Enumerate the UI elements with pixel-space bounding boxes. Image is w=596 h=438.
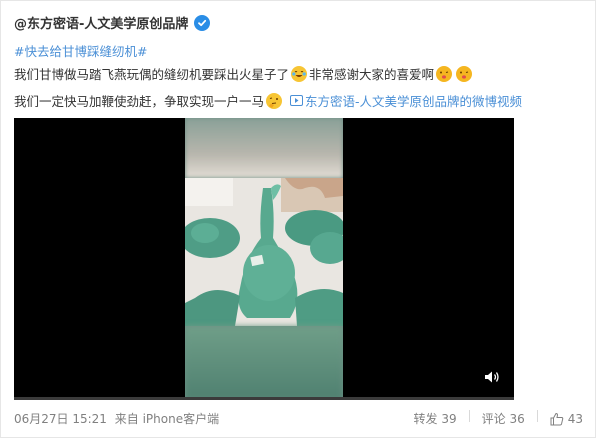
like-count: 43 [567, 411, 583, 426]
kiss-emoji-2 [456, 65, 473, 82]
video-player[interactable] [14, 118, 514, 400]
author-row: @东方密语-人文美学原创品牌 [14, 13, 211, 32]
like-button[interactable]: 43 [550, 410, 583, 427]
verified-badge-icon [194, 14, 211, 31]
thumbs-up-icon [550, 412, 564, 426]
repost-button[interactable]: 转发 39 [414, 410, 457, 427]
author-name[interactable]: @东方密语-人文美学原创品牌 [14, 13, 188, 32]
action-bar: 转发 39 评论 36 43 [414, 410, 583, 427]
post-source: 来自 iPhone客户端 [114, 412, 220, 426]
topic-hashtag[interactable]: #快去给甘博踩缝纫机# [14, 41, 147, 60]
post-text-part1: 我们甘博做马踏飞燕玩偶的缝纫机要踩出火星子了 [14, 67, 290, 82]
post-text-part2: 非常感谢大家的喜爱啊 [309, 67, 435, 82]
frame-plush-scene [185, 178, 343, 326]
video-link-label: 东方密语-人文美学原创品牌的微博视频 [305, 94, 523, 109]
comment-button[interactable]: 评论 36 [482, 410, 525, 427]
video-progress-bar[interactable] [14, 397, 514, 400]
post-date[interactable]: 06月27日 15:21 [14, 412, 107, 426]
frame-blur-bottom [185, 326, 343, 400]
video-link[interactable]: 东方密语-人文美学原创品牌的微博视频 [290, 91, 522, 110]
thinking-emoji [266, 92, 283, 109]
frame-blur-top [185, 118, 343, 178]
post-text-part3: 我们一定快马加鞭使劲赶，争取实现一户一马 [14, 94, 265, 109]
weibo-post-card: @东方密语-人文美学原创品牌 #快去给甘博踩缝纫机# 我们甘博做马踏飞燕玩偶的缝… [0, 0, 596, 438]
kiss-emoji [436, 65, 453, 82]
comment-label: 评论 36 [481, 412, 525, 426]
volume-icon[interactable] [484, 369, 500, 388]
laugh-cry-emoji [291, 65, 308, 82]
video-link-icon [290, 95, 304, 106]
action-divider [536, 410, 538, 422]
repost-label: 转发 39 [413, 412, 457, 426]
post-text-line1: 我们甘博做马踏飞燕玩偶的缝纫机要踩出火星子了 非常感谢大家的喜爱啊 [14, 64, 474, 83]
post-footer: 06月27日 15:21 来自 iPhone客户端 [14, 410, 219, 427]
video-frame [185, 118, 343, 400]
post-text-line2: 我们一定快马加鞭使劲赶，争取实现一户一马 东方密语-人文美学原创品牌的微博视频 [14, 91, 522, 110]
action-divider [468, 410, 470, 422]
